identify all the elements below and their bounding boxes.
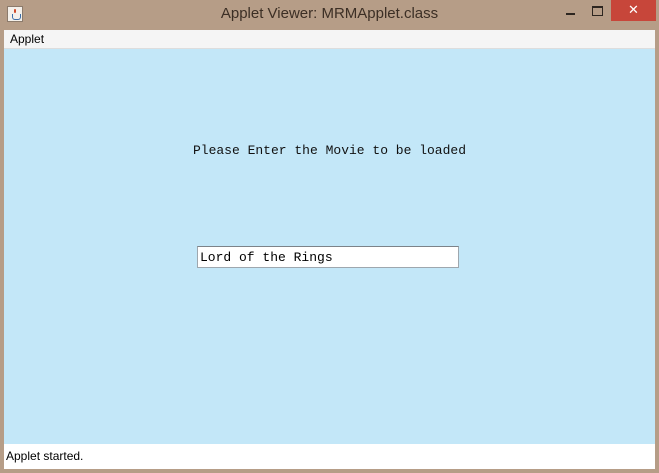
minimize-icon <box>565 12 575 15</box>
maximize-button[interactable] <box>584 0 611 21</box>
movie-prompt-label: Please Enter the Movie to be loaded <box>192 143 467 158</box>
menu-item-applet[interactable]: Applet <box>10 32 44 46</box>
title-bar[interactable]: Applet Viewer: MRMApplet.class ✕ <box>0 0 659 30</box>
status-bar: Applet started. <box>4 444 655 469</box>
maximize-icon <box>592 5 603 16</box>
menu-bar: Applet <box>4 30 655 49</box>
status-text: Applet started. <box>6 449 84 463</box>
applet-panel: Please Enter the Movie to be loaded <box>4 49 655 444</box>
close-button[interactable]: ✕ <box>611 0 656 21</box>
applet-viewer-window: Applet Viewer: MRMApplet.class ✕ Applet … <box>0 0 659 473</box>
movie-input[interactable] <box>197 246 459 268</box>
close-icon: ✕ <box>628 3 639 18</box>
minimize-button[interactable] <box>556 0 584 21</box>
